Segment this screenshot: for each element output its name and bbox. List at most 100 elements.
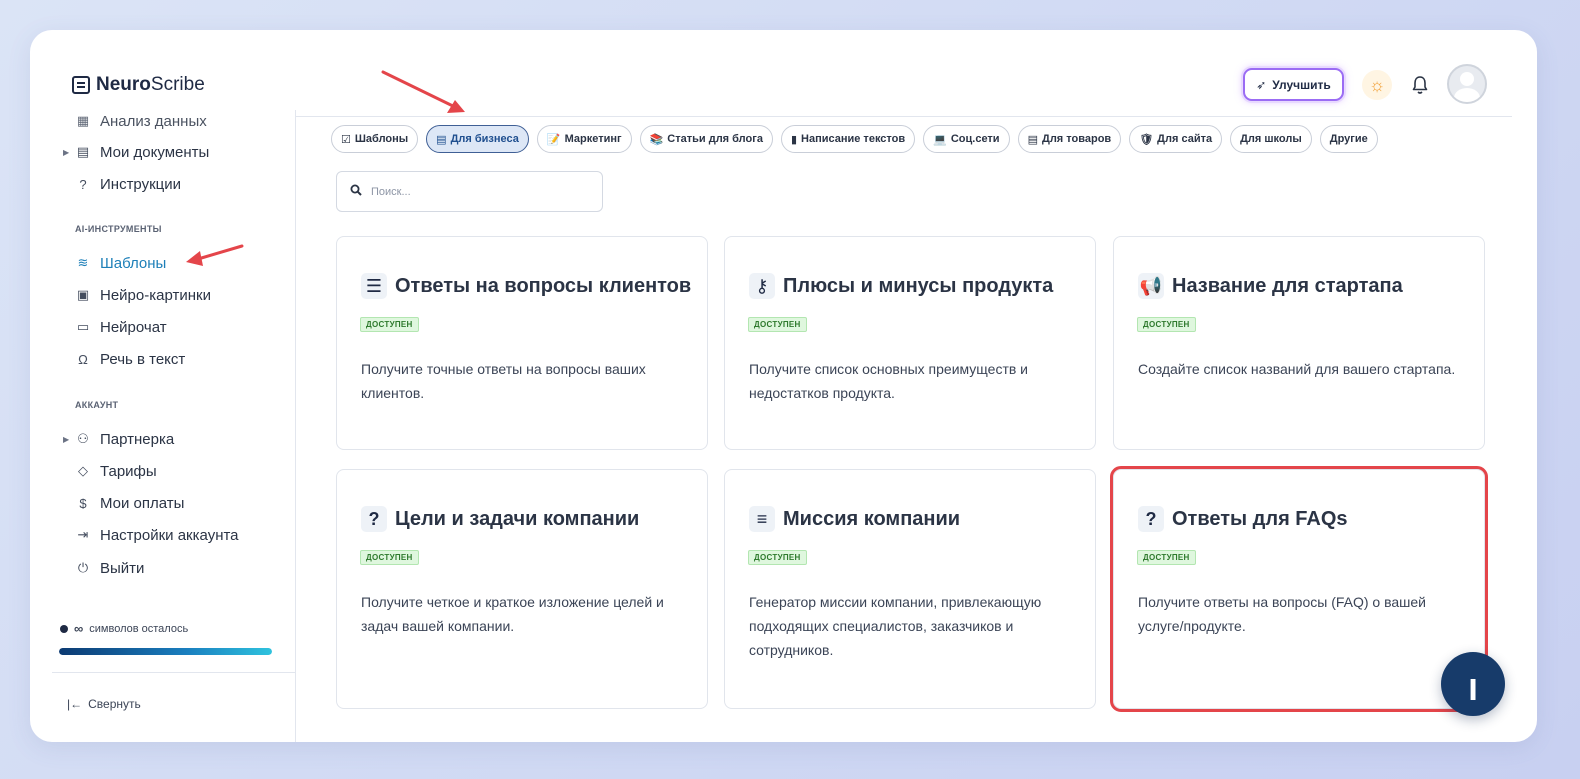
template-card[interactable]: ? Цели и задачи компании ДОСТУПЕН Получите … — [336, 469, 708, 709]
sidebar-item-label: Нейро-картинки — [100, 286, 211, 304]
category-chips: ☑ Шаблоны ▤ Для бизнеса 📝 Маркетинг 📚 Статьи дл… — [331, 125, 1378, 153]
chip-icon: 📚 — [649, 133, 664, 146]
template-card[interactable]: 📢 Название для стартапа ДОСТУПЕН Создайте с… — [1113, 236, 1485, 450]
card-description: Получите точные ответы на вопросы ваших … — [361, 361, 646, 401]
caret-right-icon: ▶ — [63, 434, 70, 444]
template-card[interactable]: ☰ Ответы на вопросы клиентов ДОСТУПЕН Получ… — [336, 236, 708, 450]
brand-light: Scribe — [150, 74, 205, 95]
document-icon: ▤ — [76, 144, 90, 159]
card-description: Получите список основных преимуществ и н… — [749, 361, 1029, 401]
credits-label: символов осталось — [89, 622, 189, 635]
section-account: АККАУНТ — [75, 400, 119, 410]
card-title: ≡ Миссия компании — [749, 506, 960, 532]
sidebar-divider — [52, 672, 296, 673]
chip-0[interactable]: ☑ Шаблоны — [331, 125, 419, 153]
collapse-label: Свернуть — [88, 697, 141, 711]
card-title-text: Название для стартапа — [1172, 274, 1403, 297]
question-icon: ? — [361, 506, 387, 532]
settings-arrow-icon: ⇥ — [77, 527, 89, 542]
layers-icon: ≋ — [77, 255, 89, 270]
status-badge: ДОСТУПЕН — [1137, 550, 1196, 565]
sidebar-item-my-documents[interactable]: ▶ ▤ Мои документы — [63, 141, 209, 163]
chat-assistant-fab[interactable]: ꞁ — [1441, 652, 1505, 716]
sidebar-item-instructions[interactable]: ? Инструкции — [75, 173, 181, 195]
app-logo[interactable]: NeuroScribe — [72, 74, 205, 96]
sidebar-item-templates[interactable]: ≋ Шаблоны — [75, 252, 167, 274]
chip-label: Статьи для блога — [667, 133, 763, 145]
top-bar: NeuroScribe ➶ Улучшить ☼ — [30, 30, 1537, 117]
sidebar-item-my-payments[interactable]: $ Мои оплаты — [75, 492, 184, 514]
status-badge: ДОСТУПЕН — [360, 550, 419, 565]
sidebar-item-tariffs[interactable]: ◇ Тарифы — [75, 460, 157, 482]
status-badge: ДОСТУПЕН — [1137, 317, 1196, 332]
chip-5[interactable]: 💻 Соц.сети — [923, 125, 1010, 153]
users-icon: ⚇ — [77, 431, 89, 446]
status-badge: ДОСТУПЕН — [748, 550, 807, 565]
sidebar-item-neuro-images[interactable]: ▣ Нейро-картинки — [75, 284, 211, 306]
bell-icon — [1412, 76, 1428, 94]
search-icon — [350, 184, 362, 199]
sidebar-item-label: Партнерка — [100, 430, 175, 448]
header-divider — [296, 116, 1512, 117]
chip-label: Для школы — [1240, 133, 1302, 145]
question-icon: ? — [1138, 506, 1164, 532]
chip-icon: ▤ — [1027, 133, 1038, 146]
card-description: Получите ответы на вопросы (FAQ) о вашей… — [1138, 594, 1426, 634]
sidebar-item-label: Анализ данных — [100, 112, 207, 130]
chip-label: Соц.сети — [950, 133, 1000, 145]
rocket-icon: ➶ — [1256, 77, 1267, 92]
key-icon: ⚷ — [749, 273, 775, 299]
chip-1[interactable]: ▤ Для бизнеса — [426, 125, 529, 153]
status-dot — [60, 624, 68, 633]
theme-toggle-sun-icon[interactable]: ☼ — [1362, 70, 1392, 100]
chip-label: Для сайта — [1157, 133, 1213, 145]
chip-4[interactable]: ▮ Написание текстов — [780, 125, 916, 153]
chip-8[interactable]: Для школы — [1230, 125, 1312, 153]
template-card[interactable]: ⚷ Плюсы и минусы продукта ДОСТУПЕН Получите… — [724, 236, 1096, 450]
upgrade-label: Улучшить — [1272, 77, 1331, 92]
megaphone-icon: 📢 — [1138, 273, 1164, 299]
chip-label: Шаблоны — [354, 133, 409, 145]
caret-right-icon: ▶ — [63, 147, 70, 157]
upgrade-button[interactable]: ➶ Улучшить — [1243, 68, 1344, 101]
collapse-sidebar-button[interactable]: |← Свернуть — [67, 697, 141, 711]
card-title-text: Цели и задачи компании — [395, 507, 640, 530]
user-avatar[interactable] — [1447, 64, 1487, 104]
chip-icon: 📝 — [546, 133, 561, 146]
chip-label: Для товаров — [1041, 133, 1112, 145]
chip-icon: 💻 — [933, 133, 947, 146]
credits-progress-bar — [59, 648, 272, 655]
sidebar-item-neurochat[interactable]: ▭ Нейрочат — [75, 316, 167, 338]
sidebar-item-account-settings[interactable]: ⇥ Настройки аккаунта — [75, 524, 239, 546]
template-card[interactable]: ? Ответы для FAQs ДОСТУПЕН Получите ответы … — [1110, 466, 1488, 712]
sidebar-item-speech-to-text[interactable]: Ω Речь в текст — [75, 348, 185, 370]
card-title-text: Плюсы и минусы продукта — [783, 274, 1054, 297]
search-field[interactable]: Поиск... — [336, 171, 603, 212]
chip-label: Написание текстов — [801, 133, 906, 145]
card-title-text: Миссия компании — [783, 507, 961, 530]
chip-icon: 🛡 — [1139, 133, 1154, 146]
chip-2[interactable]: 📝 Маркетинг — [536, 125, 632, 153]
card-description: Генератор миссии компании, привлекающую … — [749, 594, 1042, 658]
chip-3[interactable]: 📚 Статьи для блога — [639, 125, 773, 153]
chip-9[interactable]: Другие — [1319, 125, 1378, 153]
app-window: NeuroScribe ➶ Улучшить ☼ ▦ Анализ данных… — [30, 30, 1537, 742]
chat-icon: ▭ — [76, 319, 90, 334]
sidebar-item-logout[interactable]: ⏻ Выйти — [75, 557, 145, 579]
sidebar-item-data-analysis[interactable]: ▦ Анализ данных — [75, 110, 207, 132]
sidebar-item-label: Мои оплаты — [100, 494, 185, 512]
chip-label: Маркетинг — [564, 133, 622, 145]
chip-label: Для бизнеса — [450, 133, 519, 145]
sidebar-item-label: Настройки аккаунта — [100, 526, 239, 544]
chip-7[interactable]: 🛡 Для сайта — [1129, 125, 1223, 153]
chip-6[interactable]: ▤ Для товаров — [1017, 125, 1122, 153]
notifications-bell-icon[interactable] — [1405, 70, 1435, 100]
credits-symbol: ∞ — [74, 621, 84, 636]
sidebar-item-partner[interactable]: ▶ ⚇ Партнерка — [63, 428, 175, 450]
card-title: ? Цели и задачи компании — [361, 506, 639, 532]
template-card[interactable]: ≡ Миссия компании ДОСТУПЕН Генератор миссии… — [724, 469, 1096, 709]
card-description: Создайте список названий для вашего стар… — [1138, 361, 1456, 377]
chip-label: Другие — [1329, 133, 1368, 145]
card-title: ☰ Ответы на вопросы клиентов — [361, 273, 691, 299]
credits-remaining: ∞ символов осталось — [60, 621, 188, 636]
